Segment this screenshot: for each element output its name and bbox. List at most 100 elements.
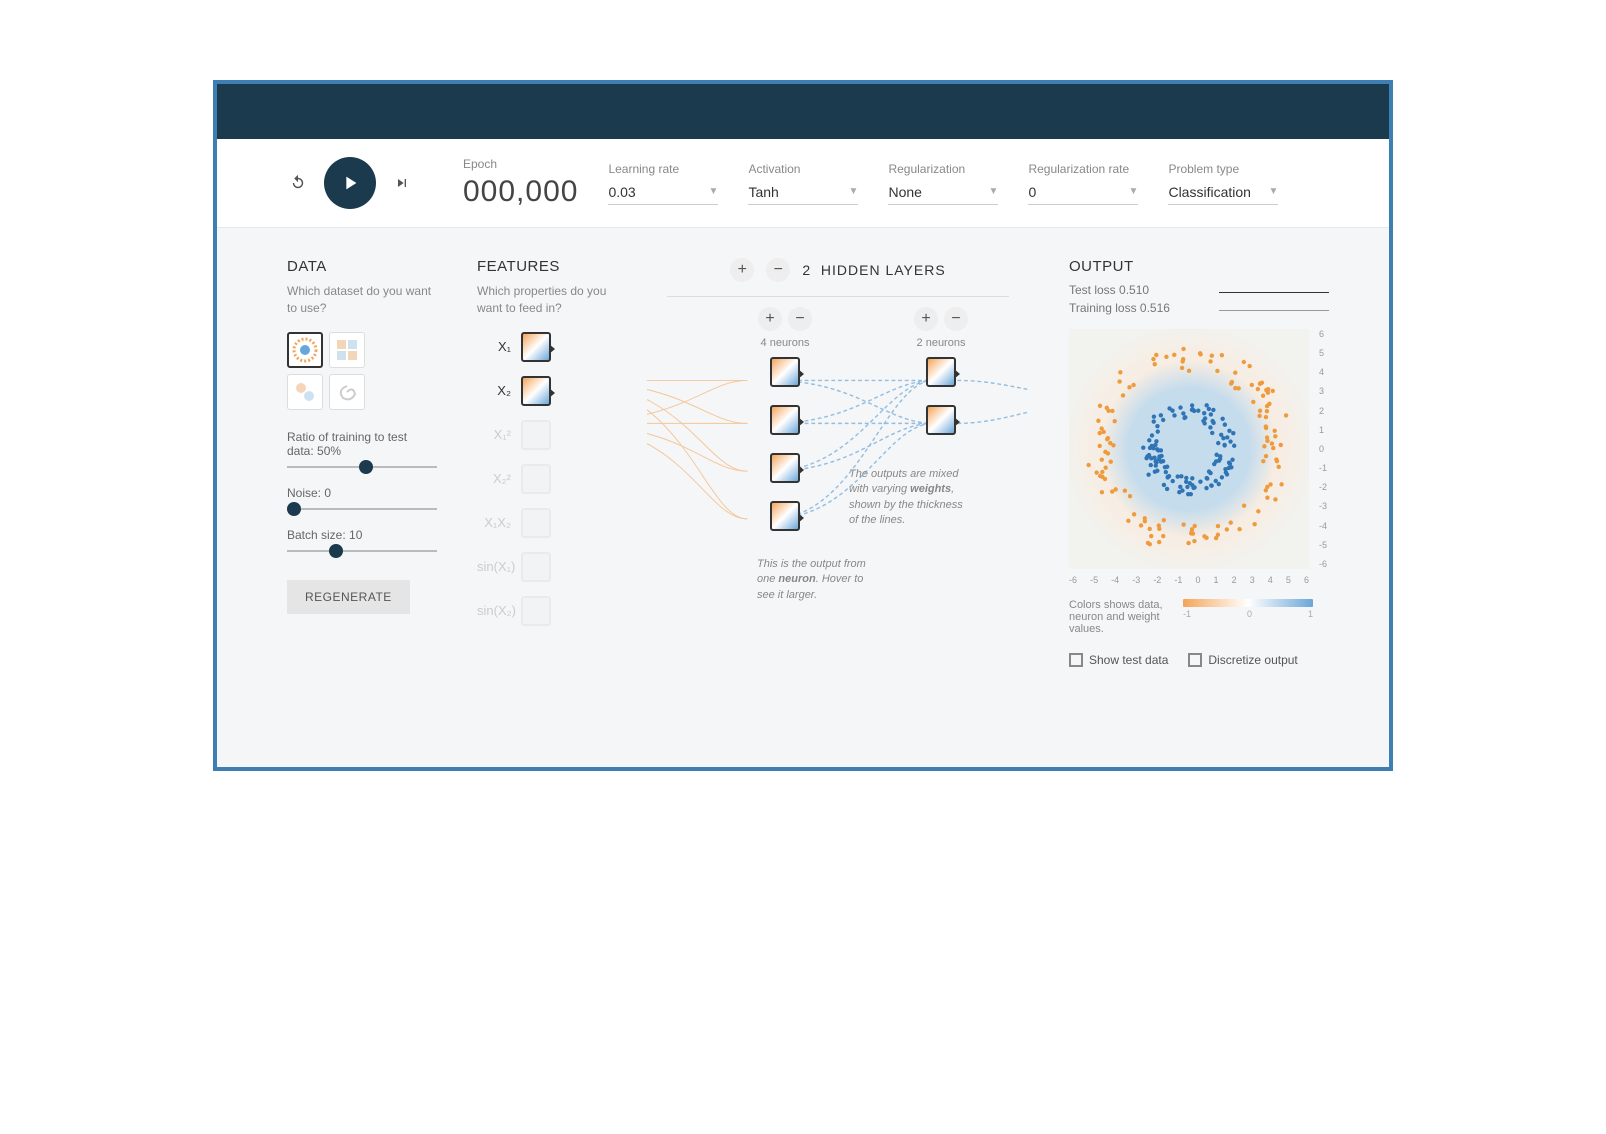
neuron[interactable]	[770, 405, 800, 435]
noise-slider[interactable]	[287, 508, 437, 510]
neuron[interactable]	[770, 501, 800, 531]
features-subtitle: Which properties do you want to feed in?	[477, 283, 607, 317]
feature-row: sin(X₁)	[477, 552, 607, 582]
remove-neuron-button[interactable]: −	[788, 307, 812, 331]
add-neuron-button[interactable]: +	[758, 307, 782, 331]
feature-label: X₂²	[477, 471, 511, 486]
batch-label: Batch size: 10	[287, 528, 437, 542]
color-legend: Colors shows data, neuron and weight val…	[1069, 599, 1329, 635]
feature-label: X₁	[477, 339, 511, 354]
features-column: FEATURES Which properties do you want to…	[477, 258, 607, 727]
neuron[interactable]	[770, 357, 800, 387]
dataset-circle-icon	[291, 336, 319, 364]
epoch-display: Epoch 000,000	[463, 157, 578, 209]
regularization-rate-select[interactable]: 0 ▼	[1028, 180, 1138, 205]
show-test-checkbox[interactable]: Show test data	[1069, 653, 1168, 667]
feature-toggle[interactable]	[521, 420, 551, 450]
feature-row: X₁	[477, 332, 607, 362]
dataset-circle[interactable]	[287, 332, 323, 368]
regularization-label: Regularization	[888, 162, 998, 176]
remove-layer-button[interactable]: −	[766, 258, 790, 282]
top-banner	[217, 84, 1389, 139]
add-neuron-button[interactable]: +	[914, 307, 938, 331]
problem-type-label: Problem type	[1168, 162, 1278, 176]
feature-toggle[interactable]	[521, 332, 551, 362]
feature-toggle[interactable]	[521, 552, 551, 582]
dataset-gauss[interactable]	[287, 374, 323, 410]
neuron[interactable]	[770, 453, 800, 483]
gradient-bar	[1183, 599, 1313, 607]
chevron-down-icon: ▼	[1269, 186, 1279, 197]
output-heatmap[interactable]: 6543210-1-2-3-4-5-6 -6-5-4-3-2-10123456	[1069, 329, 1309, 569]
regularization-rate-label: Regularization rate	[1028, 162, 1138, 176]
feature-row: sin(X₂)	[477, 596, 607, 626]
activation-label: Activation	[748, 162, 858, 176]
feature-label: X₁²	[477, 427, 511, 442]
scatter-points	[1069, 329, 1309, 569]
layers-row: + − 4 neurons + − 2 neurons	[647, 307, 1029, 727]
data-column: DATA Which dataset do you want to use? R…	[287, 258, 437, 727]
epoch-value: 000,000	[463, 175, 578, 209]
problem-type-select[interactable]: Classification ▼	[1168, 180, 1278, 205]
training-loss: Training loss 0.516	[1069, 301, 1170, 315]
dataset-xor-icon	[335, 338, 359, 362]
feature-row: X₂	[477, 376, 607, 406]
checkbox-icon	[1188, 653, 1202, 667]
reset-button[interactable]	[287, 172, 309, 194]
feature-list: X₁X₂X₁²X₂²X₁X₂sin(X₁)sin(X₂)	[477, 332, 607, 626]
feature-label: sin(X₂)	[477, 603, 511, 618]
control-bar: Epoch 000,000 Learning rate 0.03 ▼ Activ…	[217, 139, 1389, 228]
noise-slider-group: Noise: 0	[287, 486, 437, 510]
activation-select[interactable]: Tanh ▼	[748, 180, 858, 205]
feature-toggle[interactable]	[521, 464, 551, 494]
output-title: OUTPUT	[1069, 258, 1329, 275]
regularization-rate-control: Regularization rate 0 ▼	[1028, 162, 1138, 205]
batch-slider[interactable]	[287, 550, 437, 552]
problem-type-control: Problem type Classification ▼	[1168, 162, 1278, 205]
data-subtitle: Which dataset do you want to use?	[287, 283, 437, 317]
ratio-slider-group: Ratio of training to test data: 50%	[287, 430, 437, 468]
regenerate-button[interactable]: REGENERATE	[287, 580, 410, 614]
feature-label: X₁X₂	[477, 515, 511, 530]
dataset-xor[interactable]	[329, 332, 365, 368]
dataset-spiral[interactable]	[329, 374, 365, 410]
weight-lines	[647, 347, 1029, 729]
step-button[interactable]	[391, 172, 413, 194]
learning-rate-select[interactable]: 0.03 ▼	[608, 180, 718, 205]
noise-label: Noise: 0	[287, 486, 437, 500]
hidden-layer-2: + − 2 neurons	[914, 307, 968, 453]
x-axis: -6-5-4-3-2-10123456	[1069, 575, 1309, 585]
test-loss: Test loss 0.510	[1069, 283, 1149, 297]
add-layer-button[interactable]: +	[730, 258, 754, 282]
hidden-layer-1: + − 4 neurons	[758, 307, 812, 549]
feature-row: X₂²	[477, 464, 607, 494]
play-button[interactable]	[324, 157, 376, 209]
learning-rate-control: Learning rate 0.03 ▼	[608, 162, 718, 205]
neuron[interactable]	[926, 405, 956, 435]
regularization-select[interactable]: None ▼	[888, 180, 998, 205]
feature-toggle[interactable]	[521, 376, 551, 406]
neuron[interactable]	[926, 357, 956, 387]
feature-label: sin(X₁)	[477, 559, 511, 574]
dataset-spiral-icon	[335, 380, 359, 404]
network-column: + − 2 HIDDEN LAYERS	[647, 258, 1029, 727]
play-controls	[287, 157, 413, 209]
learning-rate-label: Learning rate	[608, 162, 718, 176]
feature-toggle[interactable]	[521, 596, 551, 626]
layer-2-count: 2 neurons	[917, 337, 966, 349]
remove-neuron-button[interactable]: −	[944, 307, 968, 331]
discretize-checkbox[interactable]: Discretize output	[1188, 653, 1297, 667]
ratio-slider[interactable]	[287, 466, 437, 468]
hidden-layers-title: 2 HIDDEN LAYERS	[802, 262, 945, 278]
output-column: OUTPUT Test loss 0.510 Training loss 0.5…	[1069, 258, 1329, 727]
dataset-gauss-icon	[293, 380, 317, 404]
feature-row: X₁X₂	[477, 508, 607, 538]
feature-toggle[interactable]	[521, 508, 551, 538]
features-title: FEATURES	[477, 258, 607, 275]
chevron-down-icon: ▼	[989, 186, 999, 197]
feature-row: X₁²	[477, 420, 607, 450]
dataset-grid	[287, 332, 437, 410]
batch-slider-group: Batch size: 10	[287, 528, 437, 552]
chevron-down-icon: ▼	[1129, 186, 1139, 197]
step-icon	[394, 175, 410, 191]
